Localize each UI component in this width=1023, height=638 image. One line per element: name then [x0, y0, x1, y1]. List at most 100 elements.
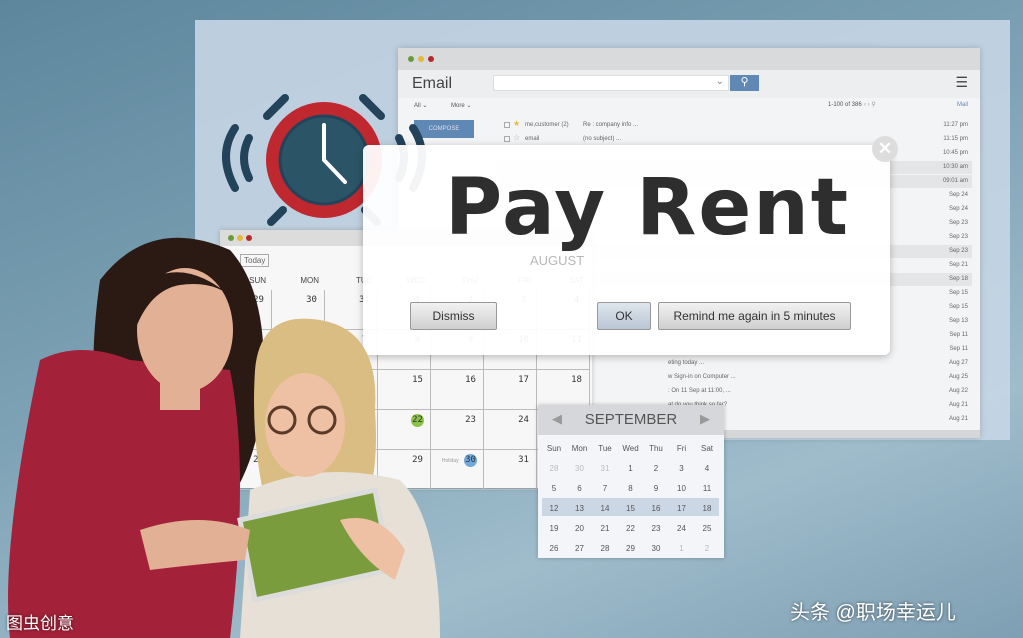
mini-calendar-day[interactable]: 11: [694, 484, 720, 493]
mini-calendar-day[interactable]: 2: [643, 464, 669, 473]
calendar-day[interactable]: 24: [484, 410, 537, 450]
email-time: Aug 22: [948, 388, 968, 394]
day-number: 24: [518, 415, 529, 425]
email-sender: email: [525, 136, 540, 142]
row-checkbox[interactable]: [504, 136, 510, 142]
mini-calendar-month: SEPTEMBER: [584, 411, 678, 428]
dialog-title: Pay Rent: [445, 163, 851, 253]
row-checkbox[interactable]: [504, 122, 510, 128]
mini-calendar-day[interactable]: 17: [669, 504, 695, 513]
email-time: Aug 21: [948, 402, 968, 408]
mini-calendar-day[interactable]: 16: [643, 504, 669, 513]
mini-calendar-day[interactable]: 27: [567, 544, 593, 553]
email-sender: me,customer (2): [525, 122, 569, 128]
mini-calendar-day[interactable]: 18: [694, 504, 720, 513]
mini-calendar-day[interactable]: 22: [618, 524, 644, 533]
pager-prev-next[interactable]: ‹ › ⚲: [864, 101, 876, 108]
mini-calendar-day[interactable]: 3: [669, 464, 695, 473]
weekday-header: Mon: [571, 444, 588, 453]
mini-calendar-day[interactable]: 26: [541, 544, 567, 553]
email-subject: w Sign-in on Computer ...: [668, 374, 736, 380]
email-time: Sep 11: [949, 332, 968, 338]
watermark-left: 图虫创意: [6, 614, 74, 633]
email-row[interactable]: ★ me,customer (2) Re : company info ... 11:…: [498, 119, 972, 132]
mini-calendar-day[interactable]: 12: [541, 504, 567, 513]
email-time: Sep 13: [948, 318, 968, 324]
mini-calendar-day[interactable]: 5: [541, 484, 567, 493]
email-time: Sep 23: [948, 234, 968, 240]
calendar-day[interactable]: 17: [484, 370, 537, 410]
mini-calendar-day[interactable]: 29: [618, 544, 644, 553]
mini-calendar-day[interactable]: 30: [643, 544, 669, 553]
calendar-day[interactable]: 18: [537, 370, 590, 410]
email-time: Sep 24: [948, 192, 968, 198]
mini-calendar-day[interactable]: 30: [567, 464, 593, 473]
weekday-header: Sat: [700, 444, 713, 453]
email-titlebar: [398, 48, 980, 70]
email-toolbar: All ⌄ More ⌄ 1-100 of 386 ‹ › ⚲ Mail: [398, 98, 980, 114]
email-time: Sep 23: [948, 220, 968, 226]
search-button[interactable]: ⚲: [730, 75, 759, 91]
mini-calendar-day[interactable]: 2: [694, 544, 720, 553]
chevron-down-icon[interactable]: ⌄: [716, 76, 724, 87]
menu-icon[interactable]: ☰: [955, 74, 968, 91]
email-time: Aug 27: [948, 360, 968, 366]
next-month-icon[interactable]: ▶: [700, 411, 710, 427]
mini-calendar-day[interactable]: 1: [618, 464, 644, 473]
star-icon[interactable]: ★: [513, 119, 520, 128]
email-time: 09:01 am: [942, 178, 968, 184]
mini-calendar-day[interactable]: 20: [567, 524, 593, 533]
ok-button[interactable]: OK: [597, 302, 651, 330]
email-time: Sep 23: [948, 248, 968, 254]
day-number: 16: [465, 375, 476, 385]
search-input[interactable]: ⌄: [493, 75, 729, 91]
mini-calendar-day[interactable]: 10: [669, 484, 695, 493]
mini-calendar-header: ◀ SEPTEMBER ▶: [538, 405, 724, 435]
window-dot-green[interactable]: [408, 56, 414, 62]
weekday-header: Wed: [622, 444, 639, 453]
mini-calendar: ◀ SEPTEMBER ▶ Sun Mon Tue Wed Thu Fri Sat 28 30 3…: [538, 405, 724, 558]
email-time: 10:45 pm: [942, 150, 968, 156]
email-header: Email ⌄ ⚲ ☰: [398, 70, 980, 98]
mini-calendar-day[interactable]: 14: [592, 504, 618, 513]
weekday-header: Thu: [649, 444, 663, 453]
mini-calendar-day[interactable]: 31: [592, 464, 618, 473]
star-icon[interactable]: ☆: [513, 133, 520, 142]
weekday-header: Sun: [546, 444, 562, 453]
email-time: Sep 11: [949, 346, 968, 352]
email-time: Sep 18: [948, 276, 968, 282]
mini-calendar-day[interactable]: 19: [541, 524, 567, 533]
search-icon: ⚲: [740, 76, 749, 88]
mini-calendar-day[interactable]: 28: [592, 544, 618, 553]
mini-calendar-day[interactable]: 6: [567, 484, 593, 493]
watermark-right: 头条 @职场幸运儿: [790, 602, 956, 624]
calendar-day[interactable]: 31: [484, 450, 537, 490]
day-number: 18: [571, 375, 582, 385]
mail-link[interactable]: Mail: [957, 102, 968, 108]
email-subject: Re : company info ...: [583, 122, 639, 128]
window-dot-yellow[interactable]: [418, 56, 424, 62]
window-dot-red[interactable]: [428, 56, 434, 62]
mini-calendar-day[interactable]: 4: [694, 464, 720, 473]
mini-calendar-day[interactable]: 25: [694, 524, 720, 533]
weekday-header: Tue: [598, 444, 612, 453]
filter-more[interactable]: More ⌄: [451, 102, 471, 109]
remind-later-button[interactable]: Remind me again in 5 minutes: [658, 302, 851, 330]
day-number: 23: [465, 415, 476, 425]
mini-calendar-day[interactable]: 21: [592, 524, 618, 533]
mini-calendar-day[interactable]: 13: [567, 504, 593, 513]
mini-calendar-day[interactable]: 7: [592, 484, 618, 493]
email-time: Aug 21: [948, 416, 968, 422]
mini-calendar-day[interactable]: 8: [618, 484, 644, 493]
mini-calendar-day[interactable]: 23: [643, 524, 669, 533]
mini-calendar-day[interactable]: 28: [541, 464, 567, 473]
email-time: Sep 21: [948, 262, 968, 268]
mini-calendar-day[interactable]: 9: [643, 484, 669, 493]
mini-calendar-day[interactable]: 24: [669, 524, 695, 533]
mini-calendar-day[interactable]: 15: [618, 504, 644, 513]
email-subject: eting today ...: [668, 360, 705, 366]
mini-calendar-day[interactable]: 1: [669, 544, 695, 553]
close-icon[interactable]: ✕: [872, 136, 898, 162]
calendar-month: AUGUST: [530, 253, 585, 268]
email-time: 11:27 pm: [943, 122, 968, 128]
